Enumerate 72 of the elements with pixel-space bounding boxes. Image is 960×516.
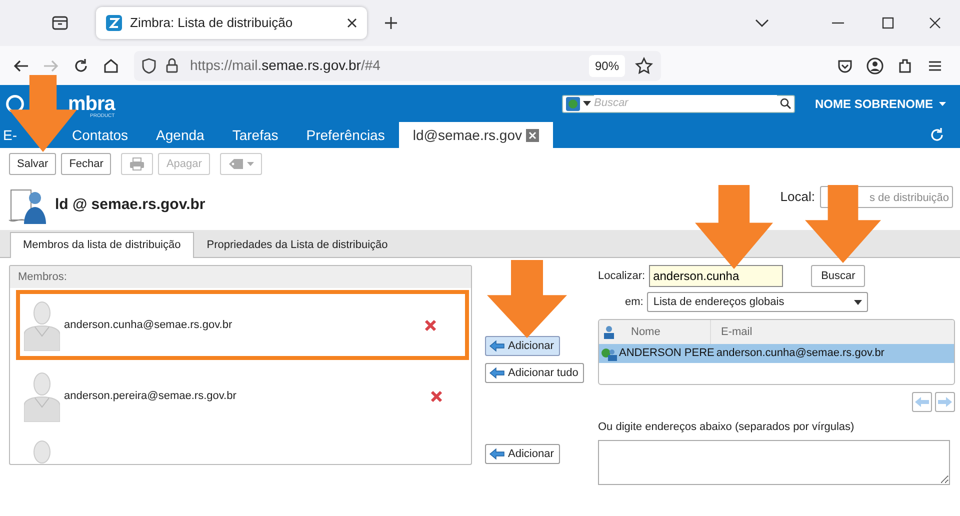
arrow-right-icon [937, 396, 953, 408]
lock-icon [166, 58, 178, 73]
tag-icon [228, 158, 244, 170]
manual-entry-label: Ou digite endereços abaixo (separados por vírgulas) [598, 420, 856, 435]
add-button[interactable]: Adicionar tudo [485, 363, 584, 383]
toolbar-button[interactable]: Salvar [9, 153, 56, 175]
close-icon[interactable] [929, 17, 941, 29]
close-icon[interactable] [347, 18, 357, 28]
find-label: Localizar: [598, 268, 646, 284]
logo-icon [6, 94, 24, 112]
section-tab[interactable]: Membros da lista de distribuição [10, 232, 194, 258]
contact-globe-icon [601, 346, 617, 360]
tab-list-icon[interactable] [52, 16, 68, 30]
addresses-field[interactable] [598, 440, 950, 484]
star-icon[interactable] [635, 56, 653, 74]
nav-tab[interactable]: E- [2, 122, 18, 148]
contact-email: anderson.cunha@semae.rs.gov.br [716, 346, 884, 362]
account-icon[interactable] [866, 56, 884, 74]
url-text: https://mail.semae.rs.gov.br/#4 [190, 56, 380, 75]
globe-icon[interactable] [566, 96, 580, 110]
arrow-left-icon [489, 367, 505, 379]
logo-text: mbra [68, 94, 115, 112]
address-field[interactable]: https://mail.semae.rs.gov.br/#4 90% [134, 50, 661, 80]
chevron-icon[interactable] [755, 19, 769, 27]
member-email: anderson.pereira@semae.rs.gov.br [64, 388, 238, 404]
remove-icon[interactable] [430, 390, 443, 402]
caret-icon [854, 300, 862, 304]
refresh-icon[interactable] [930, 128, 944, 142]
add-button[interactable]: Adicionar [485, 336, 560, 356]
remove-icon[interactable] [424, 318, 437, 332]
arrow-left-icon [914, 396, 930, 408]
caret-icon [246, 162, 254, 166]
shield-icon [142, 58, 156, 74]
result-row[interactable]: ANDERSON PERE anderson.cunha@semae.rs.gov.br [599, 344, 954, 363]
minimize-icon[interactable] [832, 22, 844, 24]
contact-name: ANDERSON PERE [619, 346, 714, 362]
search-icon[interactable] [780, 98, 791, 109]
avatar-icon [24, 299, 60, 351]
user-menu[interactable]: NOME SOBRENOME [814, 94, 946, 112]
local-label: Local: [780, 188, 815, 206]
nav-tab[interactable]: Tarefas [218, 122, 292, 148]
arrow-left-icon [489, 448, 505, 460]
app-icon [106, 15, 122, 31]
source-select[interactable]: Lista de endereços globais [647, 292, 868, 312]
list-title: ld @ semae.rs.gov.br [55, 194, 206, 215]
in-label: em: [625, 294, 644, 310]
nav-tab[interactable]: Agenda [142, 122, 218, 148]
reload-icon[interactable] [72, 56, 90, 74]
caret-icon [939, 102, 946, 106]
maximize-icon[interactable] [882, 17, 894, 29]
browser-tab[interactable]: Zimbra: Lista de distribuição [96, 7, 367, 39]
column-header[interactable]: E-mail [711, 324, 752, 340]
nav-tab[interactable]: ld@semae.rs.gov [398, 122, 553, 148]
printer-icon [129, 157, 146, 171]
home-icon[interactable] [102, 56, 120, 74]
contact-icon [603, 325, 615, 339]
nav-tab[interactable]: Contatos [58, 122, 142, 148]
member-email: anderson.cunha@semae.rs.gov.br [64, 318, 234, 333]
new-tab-icon[interactable] [384, 16, 398, 30]
members-heading: Membros: [10, 266, 471, 288]
avatar-icon [24, 370, 60, 422]
find-field[interactable]: anderson.cunha [649, 265, 784, 287]
search-button[interactable]: Buscar [811, 265, 866, 287]
caret-icon[interactable] [582, 101, 591, 106]
nav-tab[interactable]: Preferências [292, 122, 399, 148]
zoom-level[interactable]: 90% [588, 54, 625, 76]
toolbar-button[interactable]: Fechar [61, 153, 112, 175]
search-field[interactable]: Buscar [562, 94, 795, 112]
section-tab[interactable]: Propriedades da Lista de distribuição [194, 232, 401, 257]
arrow-left-icon [489, 340, 505, 352]
add-button[interactable]: Adicionar [485, 444, 560, 464]
tab-title: Zimbra: Lista de distribuição [130, 14, 294, 32]
